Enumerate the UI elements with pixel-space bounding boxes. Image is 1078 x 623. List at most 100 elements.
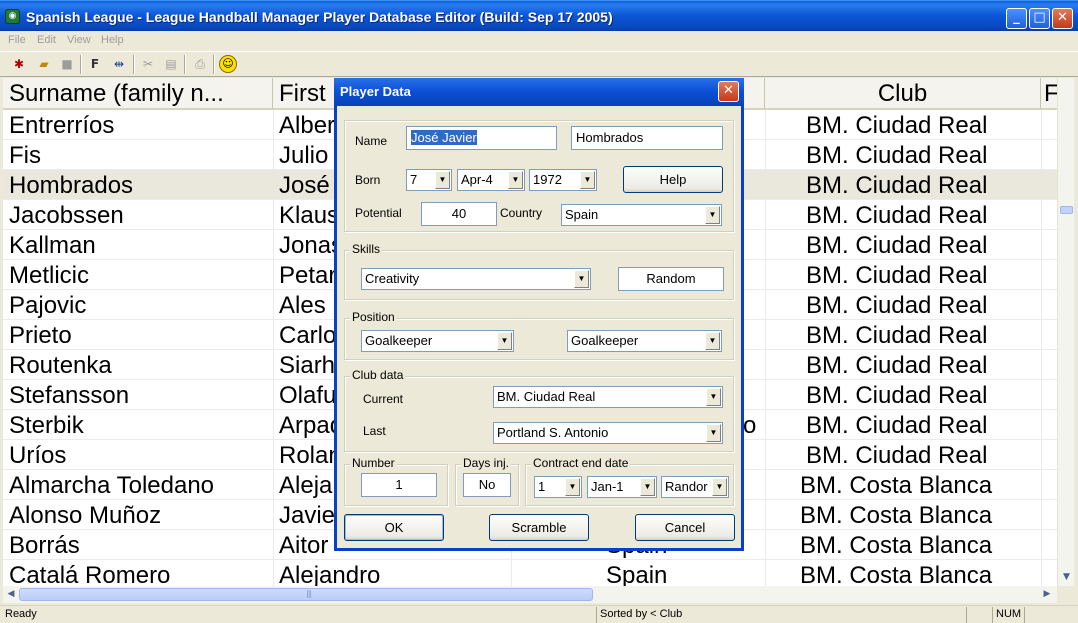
chevron-down-icon[interactable]: ▼ [705, 332, 720, 350]
minimize-button[interactable]: _ [1006, 8, 1027, 29]
toolbar-separator [184, 55, 186, 74]
chevron-down-icon[interactable]: ▼ [435, 171, 450, 189]
country-value: Spain [565, 207, 599, 222]
toolbar: ✱ ▰ ■ F ⇹ ✂ ▤ ⎙ ☺ [0, 51, 1078, 77]
position-secondary-select[interactable]: Goalkeeper ▼ [567, 330, 722, 352]
chevron-down-icon[interactable]: ▼ [497, 332, 512, 350]
menu-view[interactable]: View [67, 34, 91, 46]
chevron-down-icon[interactable]: ▼ [706, 388, 721, 406]
menu-file[interactable]: File [8, 34, 26, 46]
born-year-select[interactable]: 1972 ▼ [529, 169, 597, 191]
chevron-down-icon[interactable]: ▼ [712, 478, 727, 496]
cancel-button[interactable]: Cancel [635, 514, 735, 541]
cell-surname: Fis [9, 142, 41, 169]
cell-club: BM. Ciudad Real [806, 292, 988, 319]
number-field[interactable]: 1 [361, 473, 437, 497]
cell-surname: Sterbik [9, 412, 84, 439]
chevron-down-icon[interactable]: ▼ [705, 206, 720, 224]
born-month-select[interactable]: Apr-4 ▼ [457, 169, 525, 191]
cell-surname: Kallman [9, 232, 96, 259]
close-button[interactable]: ✕ [1052, 8, 1073, 29]
current-club-label: Current [363, 392, 404, 406]
status-pane-divider [966, 607, 967, 623]
paste-icon[interactable]: ▤ [162, 55, 180, 73]
cut-icon[interactable]: ✂ [139, 55, 157, 73]
chevron-down-icon[interactable]: ▼ [508, 171, 523, 189]
vertical-scroll-thumb[interactable] [1060, 206, 1073, 214]
app-icon: ◉ [5, 9, 20, 24]
contract-end-legend: Contract end date [531, 456, 631, 470]
current-club-select[interactable]: BM. Ciudad Real ▼ [493, 386, 723, 408]
cell-club: BM. Ciudad Real [806, 412, 988, 439]
contract-year-value: Randor [665, 479, 708, 494]
dialog-close-button[interactable]: ✕ [718, 81, 739, 102]
cell-club: BM. Ciudad Real [806, 232, 988, 259]
menu-edit[interactable]: Edit [37, 34, 56, 46]
born-day-value: 7 [410, 172, 418, 187]
status-num: NUM [996, 608, 1022, 620]
cell-surname: Borrás [9, 532, 80, 559]
first-name-field[interactable]: José Javier [406, 126, 557, 150]
scroll-corner [1057, 586, 1074, 603]
skill-value: Creativity [365, 271, 420, 286]
cell-club: BM. Costa Blanca [800, 472, 993, 499]
contract-year-select[interactable]: Randor ▼ [661, 476, 729, 498]
chevron-down-icon[interactable]: ▼ [706, 424, 721, 442]
cell-club: BM. Ciudad Real [806, 262, 988, 289]
smiley-icon[interactable]: ☺ [219, 55, 237, 73]
player-icon[interactable]: ✱ [10, 55, 28, 73]
contract-month-select[interactable]: Jan-1 ▼ [587, 476, 657, 498]
status-pane-divider [596, 607, 597, 623]
contract-month-value: Jan-1 [591, 479, 624, 494]
column-surname[interactable]: Surname (family n... [3, 78, 273, 110]
chevron-down-icon[interactable]: ▼ [574, 270, 589, 288]
column-club[interactable]: Club [765, 78, 1041, 110]
scroll-left-arrow-icon[interactable]: ◀ [4, 588, 18, 601]
scroll-down-arrow-icon[interactable]: ▼ [1060, 570, 1073, 584]
cell-club: BM. Ciudad Real [806, 382, 988, 409]
toolbar-separator [80, 55, 82, 74]
horizontal-scrollbar[interactable]: ◀ ||| ▶ [3, 586, 1057, 603]
dialog-title-bar[interactable]: Player Data ✕ [334, 78, 744, 106]
print-icon[interactable]: ⎙ [191, 55, 209, 73]
last-club-select[interactable]: Portland S. Antonio ▼ [493, 422, 723, 444]
skill-select[interactable]: Creativity ▼ [361, 268, 591, 290]
potential-field[interactable]: 40 [421, 202, 497, 226]
cell-surname: Alonso Muñoz [9, 502, 162, 529]
menu-bar: File Edit View Help [0, 31, 1078, 51]
chevron-down-icon[interactable]: ▼ [565, 478, 580, 496]
random-field[interactable]: Random [618, 267, 724, 291]
open-folder-icon[interactable]: ▰ [35, 55, 53, 73]
maximize-button[interactable]: □ [1029, 8, 1050, 29]
skills-legend: Skills [350, 242, 383, 256]
status-sorted: Sorted by < Club [600, 608, 683, 620]
scroll-right-arrow-icon[interactable]: ▶ [1040, 588, 1054, 601]
days-injured-field[interactable]: No [463, 473, 511, 497]
chevron-down-icon[interactable]: ▼ [640, 478, 655, 496]
potential-label: Potential [355, 206, 402, 220]
position-primary-select[interactable]: Goalkeeper ▼ [361, 330, 514, 352]
scramble-button[interactable]: Scramble [489, 514, 589, 541]
cell-club: BM. Costa Blanca [800, 532, 993, 559]
vertical-scrollbar[interactable]: ▼ [1057, 78, 1074, 586]
cell-surname: Jacobssen [9, 202, 124, 229]
menu-help[interactable]: Help [101, 34, 124, 46]
help-button[interactable]: Help [623, 166, 723, 193]
dialog-title: Player Data [340, 84, 411, 99]
main-window: ◉ Spanish League - League Handball Manag… [0, 0, 1078, 623]
ok-button[interactable]: OK [344, 514, 444, 541]
save-icon[interactable]: ■ [58, 55, 76, 73]
number-legend: Number [350, 456, 397, 470]
cell-club: BM. Ciudad Real [806, 442, 988, 469]
cell-surname: Uríos [9, 442, 67, 469]
title-bar[interactable]: ◉ Spanish League - League Handball Manag… [0, 0, 1078, 31]
surname-field[interactable]: Hombrados [571, 126, 723, 150]
contract-day-select[interactable]: 1 ▼ [534, 476, 582, 498]
cell-club: BM. Costa Blanca [800, 502, 993, 529]
born-day-select[interactable]: 7 ▼ [406, 169, 452, 191]
chevron-down-icon[interactable]: ▼ [580, 171, 595, 189]
window-title: Spanish League - League Handball Manager… [26, 9, 613, 25]
country-select[interactable]: Spain ▼ [561, 204, 722, 226]
find-button[interactable]: F [86, 55, 104, 73]
column-width-icon[interactable]: ⇹ [110, 55, 128, 73]
